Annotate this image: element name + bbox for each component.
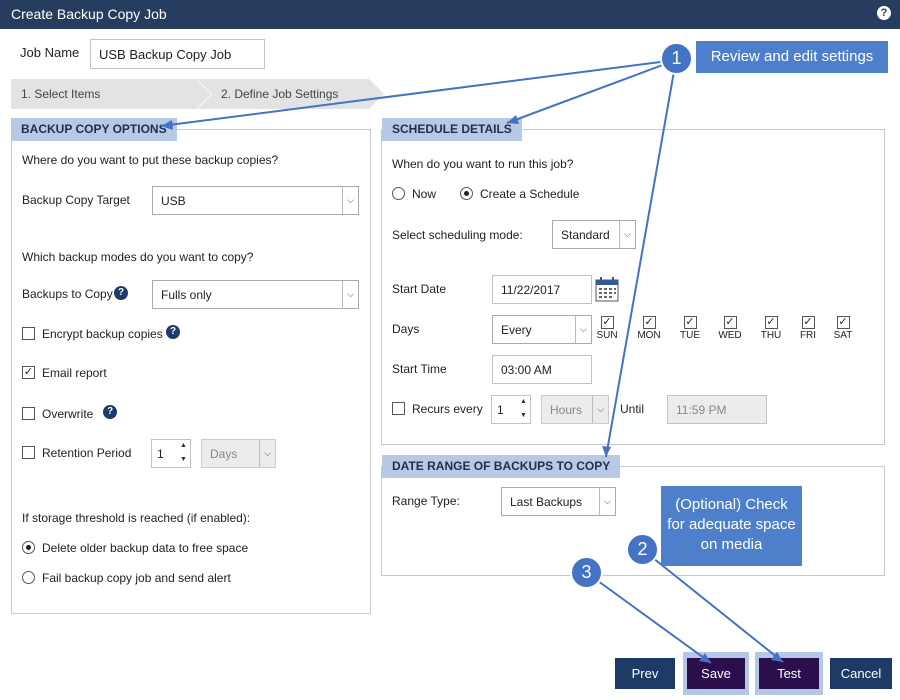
badge-3: 3 (570, 556, 603, 589)
callout-check-space: (Optional) Check for adequate space on m… (661, 486, 802, 566)
badge-1: 1 (660, 42, 693, 75)
annotation-lines (160, 59, 784, 664)
badge-2: 2 (626, 533, 659, 566)
callout-review-settings: Review and edit settings (696, 41, 888, 73)
